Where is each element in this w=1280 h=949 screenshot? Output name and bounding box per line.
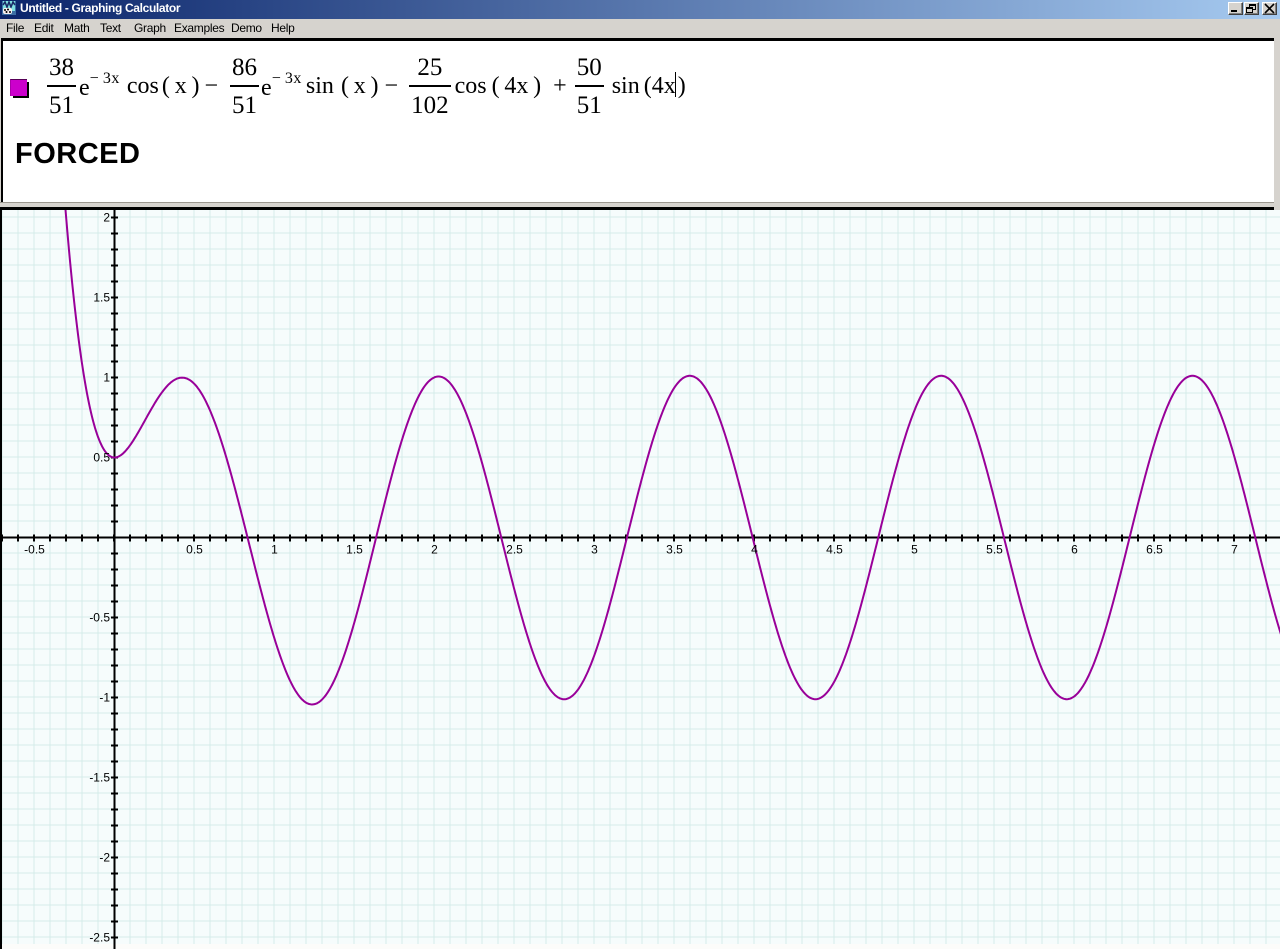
svg-text:6.5: 6.5 [1146, 543, 1163, 557]
svg-text:2.5: 2.5 [506, 543, 523, 557]
svg-text:-1.5: -1.5 [89, 771, 110, 785]
svg-text:1.5: 1.5 [93, 291, 110, 305]
svg-text:5: 5 [911, 543, 918, 557]
svg-text:4.5: 4.5 [826, 543, 843, 557]
svg-text:-2.5: -2.5 [89, 931, 110, 945]
svg-text:-1: -1 [99, 691, 110, 705]
svg-text:1: 1 [271, 543, 278, 557]
svg-text:6: 6 [1071, 543, 1078, 557]
svg-text:3: 3 [591, 543, 598, 557]
svg-text:-0.5: -0.5 [89, 611, 110, 625]
svg-text:-0.5: -0.5 [24, 543, 45, 557]
svg-text:2: 2 [103, 211, 110, 225]
svg-text:1: 1 [103, 371, 110, 385]
svg-text:0.5: 0.5 [186, 543, 203, 557]
svg-text:4: 4 [751, 543, 758, 557]
svg-text:1.5: 1.5 [346, 543, 363, 557]
svg-text:0.5: 0.5 [93, 451, 110, 465]
svg-text:2: 2 [431, 543, 438, 557]
svg-text:3.5: 3.5 [666, 543, 683, 557]
svg-text:7: 7 [1231, 543, 1238, 557]
svg-text:-2: -2 [99, 851, 110, 865]
svg-text:5.5: 5.5 [986, 543, 1003, 557]
